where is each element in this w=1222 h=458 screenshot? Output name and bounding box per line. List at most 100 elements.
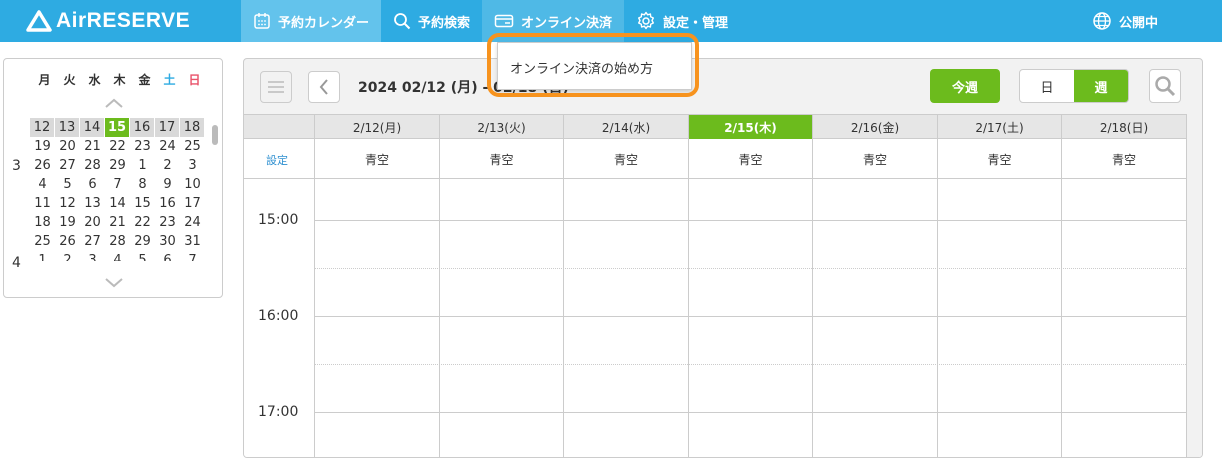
mini-day[interactable]: 2: [55, 251, 80, 261]
mini-day[interactable]: 8: [130, 175, 155, 194]
staff-cell: 青空: [812, 139, 937, 179]
mini-day[interactable]: 12: [30, 118, 54, 137]
weekday-fri: 金: [138, 73, 151, 87]
nav-search[interactable]: 予約検索: [381, 0, 482, 42]
mini-day[interactable]: 17: [155, 118, 179, 137]
mini-day[interactable]: 22: [105, 137, 130, 156]
mini-day[interactable]: 23: [155, 213, 180, 232]
calendar-icon: [254, 13, 270, 29]
mini-day[interactable]: 31: [180, 232, 205, 251]
mini-day[interactable]: 2: [155, 156, 180, 175]
mini-day[interactable]: 19: [55, 213, 80, 232]
day-header[interactable]: 2/17(土): [937, 115, 1061, 139]
mini-day[interactable]: 20: [80, 213, 105, 232]
settings-link[interactable]: 設定: [266, 152, 288, 168]
mini-day[interactable]: 26: [30, 156, 55, 175]
nav-online-payment[interactable]: オンライン決済: [482, 0, 625, 42]
mini-day[interactable]: 21: [105, 213, 130, 232]
mini-day[interactable]: 27: [55, 156, 80, 175]
mini-day[interactable]: 10: [180, 175, 205, 194]
mini-day[interactable]: 15: [130, 194, 155, 213]
mini-day[interactable]: 9: [155, 175, 180, 194]
mini-day[interactable]: 6: [80, 175, 105, 194]
day-view-button[interactable]: 日: [1020, 70, 1074, 102]
day-header[interactable]: 2/14(水): [563, 115, 688, 139]
mini-day[interactable]: 19: [30, 137, 55, 156]
logo[interactable]: AirRESERVE: [26, 8, 190, 34]
mini-day[interactable]: 24: [155, 137, 180, 156]
mini-day[interactable]: 25: [30, 232, 55, 251]
logo-text: AirRESERVE: [56, 9, 191, 32]
mini-day[interactable]: 29: [105, 156, 130, 175]
nav-search-label: 予約検索: [418, 15, 471, 31]
day-header[interactable]: 2/12(月): [314, 115, 439, 139]
mini-day[interactable]: 13: [55, 118, 79, 137]
mini-day-today[interactable]: 15: [105, 118, 129, 137]
mini-day[interactable]: 28: [105, 232, 130, 251]
time-label: 16:00: [258, 308, 299, 324]
month-label-march: 3: [12, 158, 21, 174]
mini-day[interactable]: 16: [155, 194, 180, 213]
mini-day[interactable]: 26: [55, 232, 80, 251]
day-header[interactable]: 2/18(日): [1061, 115, 1186, 139]
mini-day[interactable]: 4: [105, 251, 130, 261]
card-icon: [494, 14, 514, 28]
mini-day[interactable]: 18: [180, 118, 204, 137]
mini-day[interactable]: 29: [130, 232, 155, 251]
chevron-down-icon[interactable]: [104, 277, 124, 289]
mini-day[interactable]: 12: [55, 194, 80, 213]
this-week-button[interactable]: 今週: [930, 69, 1000, 103]
mini-day[interactable]: 16: [130, 118, 154, 137]
mini-day[interactable]: 17: [180, 194, 205, 213]
mini-day[interactable]: 14: [80, 118, 104, 137]
mini-day[interactable]: 28: [80, 156, 105, 175]
mini-day[interactable]: 18: [30, 213, 55, 232]
chevron-up-icon[interactable]: [104, 97, 124, 109]
week-view-button[interactable]: 週: [1074, 70, 1128, 102]
nav-calendar[interactable]: 予約カレンダー: [241, 0, 382, 42]
mini-day[interactable]: 21: [80, 137, 105, 156]
logo-icon: [26, 10, 52, 32]
mini-day[interactable]: 3: [80, 251, 105, 261]
mini-day[interactable]: 4: [30, 175, 55, 194]
mini-day[interactable]: 1: [30, 251, 55, 261]
mini-day[interactable]: 22: [130, 213, 155, 232]
prev-week-button[interactable]: [308, 71, 340, 103]
globe-icon: [1093, 12, 1111, 30]
nav-settings[interactable]: 設定・管理: [624, 0, 740, 42]
mini-week: 1 2 3 4 5 6 7: [30, 251, 205, 261]
mini-day[interactable]: 27: [80, 232, 105, 251]
search-button[interactable]: [1149, 69, 1181, 103]
mini-day[interactable]: 24: [180, 213, 205, 232]
grid-scrollbar[interactable]: [1186, 114, 1202, 457]
menu-button[interactable]: [260, 71, 292, 103]
mini-day[interactable]: 5: [130, 251, 155, 261]
mini-day[interactable]: 3: [180, 156, 205, 175]
mini-day[interactable]: 30: [155, 232, 180, 251]
dropdown-item-getting-started[interactable]: オンライン決済の始め方: [510, 58, 653, 77]
mini-day[interactable]: 13: [80, 194, 105, 213]
month-label-april: 4: [12, 255, 21, 271]
mini-day[interactable]: 6: [155, 251, 180, 261]
weekday-tue: 火: [63, 73, 76, 87]
top-bar: AirRESERVE 予約カレンダー 予約検索 オンライン決済 設定・管理 公開…: [0, 0, 1222, 42]
mini-day[interactable]: 23: [130, 137, 155, 156]
day-header[interactable]: 2/13(火): [439, 115, 563, 139]
mini-day[interactable]: 5: [55, 175, 80, 194]
online-payment-dropdown: オンライン決済の始め方: [497, 42, 692, 90]
mini-day[interactable]: 7: [180, 251, 205, 261]
mini-week: 11 12 13 14 15 16 17: [30, 194, 205, 213]
time-slots[interactable]: 15:00 16:00 17:00: [244, 179, 1186, 457]
public-status[interactable]: 公開中: [1092, 0, 1158, 42]
mini-scrollbar-thumb[interactable]: [212, 125, 218, 145]
day-header[interactable]: 2/16(金): [812, 115, 937, 139]
mini-week: 4 5 6 7 8 9 10: [30, 175, 205, 194]
mini-day[interactable]: 11: [30, 194, 55, 213]
mini-day[interactable]: 1: [130, 156, 155, 175]
mini-day[interactable]: 20: [55, 137, 80, 156]
day-header-today[interactable]: 2/15(木): [688, 115, 812, 139]
mini-day[interactable]: 25: [180, 137, 205, 156]
weekday-sun: 日: [188, 73, 201, 87]
mini-day[interactable]: 14: [105, 194, 130, 213]
mini-day[interactable]: 7: [105, 175, 130, 194]
